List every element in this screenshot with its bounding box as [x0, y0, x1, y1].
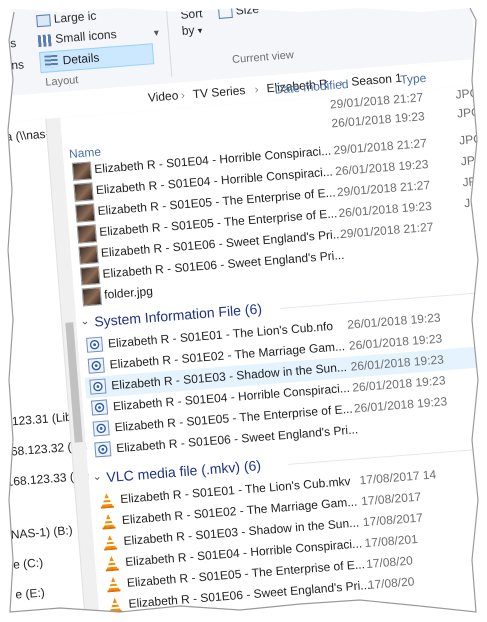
large-icons-label: Large ic [53, 8, 97, 26]
file-type: JPG File [456, 102, 487, 121]
small-icons-label: Small icons [54, 27, 118, 46]
chevron-down-icon: ⌄ [79, 315, 90, 328]
vlc-cone-icon [104, 575, 122, 593]
jpg-thumbnail-icon [78, 245, 99, 265]
chevron-down-icon: ▾ [197, 25, 203, 36]
system-info-file-icon [92, 420, 110, 437]
vlc-cone-icon [98, 492, 116, 509]
sort-by-button[interactable]: Sort [180, 6, 203, 22]
system-info-file-icon [87, 357, 105, 374]
date-modified: 17/08/2017 14 [359, 467, 437, 488]
file-type: JPG File [455, 84, 487, 102]
small-icons-icon [37, 33, 53, 48]
file-type: JP [463, 195, 479, 211]
file-type: JP [461, 174, 478, 190]
details-icon [44, 54, 59, 68]
date-modified: 17/08/2017 [360, 489, 422, 509]
breadcrumb-tv-series[interactable]: TV Series [192, 83, 246, 101]
chevron-down-icon: ⌄ [92, 470, 103, 484]
system-info-file-icon [94, 441, 112, 458]
screenshot-paper: Large ic icons icons Small icons Details… [0, 0, 487, 622]
small-icons-left-option[interactable]: icons [0, 57, 24, 73]
vlc-cone-icon [103, 554, 121, 572]
small-icons-option[interactable]: Small icons [37, 27, 118, 48]
column-header-type[interactable]: Type [400, 71, 427, 87]
breadcrumb-season-1[interactable]: Season 1 [351, 71, 403, 89]
breadcrumb-video[interactable]: Video [147, 88, 178, 104]
date-modified: 26/01/2018 19:23 [330, 109, 426, 131]
jpg-thumbnail-icon [73, 182, 94, 202]
size-columns-option[interactable]: Size [217, 1, 260, 19]
date-modified: 17/08/201 [363, 531, 419, 551]
size-label: Size [235, 1, 260, 18]
nav-item-drive-c[interactable]: e (C:) [13, 555, 44, 571]
layout-expand-icon[interactable]: ▾ [153, 28, 159, 39]
size-columns-icon [217, 5, 233, 19]
ribbon-divider [165, 5, 173, 77]
small-icons-left-label: icons [0, 57, 25, 74]
breadcrumb-chevron-icon: › [180, 87, 186, 103]
system-info-file-icon [86, 336, 104, 353]
breadcrumb-chevron-icon: › [254, 82, 260, 97]
jpg-thumbnail-icon [75, 203, 96, 223]
file-type: JPG [460, 152, 485, 169]
large-icons-icon [36, 14, 51, 28]
file-list: Date modified Type Name 29/01/2018 21:27… [60, 71, 487, 622]
date-modified: 17/08/2017 [362, 510, 424, 530]
sort-by-top-label: Sort [179, 6, 203, 22]
date-modified: 17/08/20 [365, 553, 414, 572]
sort-by-bottom-label: by [181, 22, 195, 38]
system-info-file-icon [90, 399, 109, 416]
details-label: Details [62, 50, 100, 68]
current-view-group-label: Current view [231, 49, 295, 67]
jpg-thumbnail-icon [76, 224, 98, 244]
file-name: folder.jpg [103, 283, 154, 302]
explorer-window: Large ic icons icons Small icons Details… [0, 0, 487, 622]
jpg-thumbnail-icon [81, 287, 103, 307]
nav-item-nas-b[interactable]: NAS-1) (B:) [10, 523, 73, 542]
vlc-cone-icon [101, 533, 119, 551]
nav-item-drive-e[interactable]: e (E:) [15, 585, 45, 601]
system-info-file-icon [89, 378, 107, 395]
nav-item-nas-m[interactable]: (\\nas-1) (M:) [17, 611, 87, 622]
jpg-thumbnail-icon [80, 266, 101, 286]
details-option-selected[interactable]: Details [38, 43, 155, 74]
vlc-cone-icon [106, 596, 124, 614]
vlc-cone-icon [99, 513, 117, 530]
file-type: JPG [458, 131, 484, 148]
medium-icons-option[interactable]: icons [0, 36, 17, 52]
jpg-thumbnail-icon [71, 161, 93, 181]
date-modified: 17/08/20 [367, 574, 415, 592]
medium-icons-label: icons [0, 35, 17, 53]
nav-item-lib-31[interactable]: 8.123.31 (Lib [1, 410, 72, 429]
large-icons-option[interactable]: Large ic [36, 9, 97, 28]
sort-by-bottom[interactable]: by ▾ [181, 22, 203, 38]
layout-group-label: Layout [44, 74, 79, 89]
